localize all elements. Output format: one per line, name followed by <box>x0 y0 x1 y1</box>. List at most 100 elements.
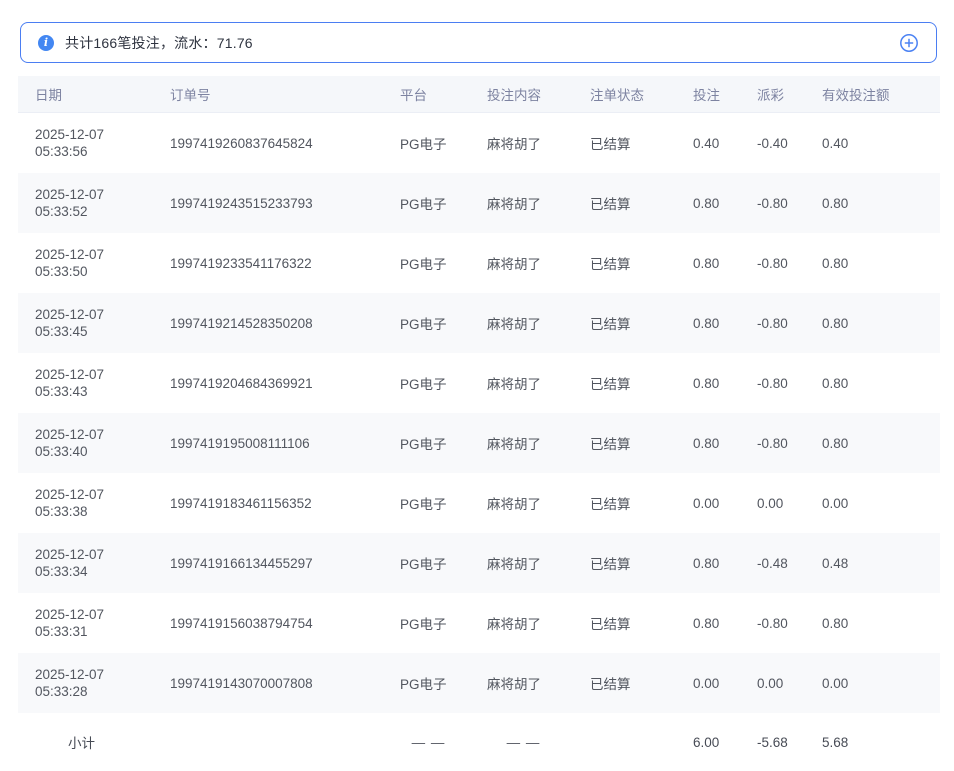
cell-content: 麻将胡了 <box>487 253 590 273</box>
table-row: 2025-12-07 05:33:52 1997419243515233793 … <box>18 173 940 233</box>
cell-date: 2025-12-07 05:33:50 <box>35 246 135 280</box>
table-row: 2025-12-07 05:33:40 1997419195008111106 … <box>18 413 940 473</box>
cell-order-no: 1997419260837645824 <box>170 136 400 151</box>
cell-order-no: 1997419183461156352 <box>170 496 400 511</box>
bets-table: 日期 订单号 平台 投注内容 注单状态 投注 派彩 有效投注额 2025-12-… <box>18 76 940 771</box>
cell-status: 已结算 <box>590 193 693 213</box>
subtotal-payout: -5.68 <box>757 735 822 750</box>
cell-bet: 0.00 <box>693 676 757 691</box>
cell-date: 2025-12-07 05:33:38 <box>35 486 135 520</box>
cell-valid: 0.80 <box>822 316 940 331</box>
col-header-payout: 派彩 <box>757 84 822 104</box>
cell-content: 麻将胡了 <box>487 313 590 333</box>
table-row: 2025-12-07 05:33:28 1997419143070007808 … <box>18 653 940 713</box>
circle-plus-glyph <box>899 33 919 53</box>
cell-date: 2025-12-07 05:33:45 <box>35 306 135 340</box>
cell-order-no: 1997419156038794754 <box>170 616 400 631</box>
cell-platform: PG电子 <box>400 253 487 273</box>
cell-payout: -0.80 <box>757 256 822 271</box>
cell-valid: 0.80 <box>822 256 940 271</box>
cell-valid: 0.80 <box>822 196 940 211</box>
cell-valid: 0.00 <box>822 496 940 511</box>
cell-valid: 0.40 <box>822 136 940 151</box>
col-header-bet: 投注 <box>693 84 757 104</box>
cell-platform: PG电子 <box>400 373 487 393</box>
subtotal-row: 小计 — — — — 6.00 -5.68 5.68 <box>18 713 940 771</box>
cell-platform: PG电子 <box>400 193 487 213</box>
cell-content: 麻将胡了 <box>487 193 590 213</box>
cell-status: 已结算 <box>590 673 693 693</box>
summary-banner: i 共计166笔投注，流水：71.76 <box>20 22 937 63</box>
cell-status: 已结算 <box>590 433 693 453</box>
cell-platform: PG电子 <box>400 133 487 153</box>
cell-payout: 0.00 <box>757 496 822 511</box>
cell-payout: -0.80 <box>757 196 822 211</box>
cell-date: 2025-12-07 05:33:40 <box>35 426 135 460</box>
cell-platform: PG电子 <box>400 493 487 513</box>
table-row: 2025-12-07 05:33:50 1997419233541176322 … <box>18 233 940 293</box>
cell-bet: 0.80 <box>693 556 757 571</box>
table-row: 2025-12-07 05:33:45 1997419214528350208 … <box>18 293 940 353</box>
cell-platform: PG电子 <box>400 553 487 573</box>
cell-platform: PG电子 <box>400 673 487 693</box>
table-header-row: 日期 订单号 平台 投注内容 注单状态 投注 派彩 有效投注额 <box>18 76 940 113</box>
cell-status: 已结算 <box>590 313 693 333</box>
cell-platform: PG电子 <box>400 613 487 633</box>
cell-status: 已结算 <box>590 553 693 573</box>
cell-order-no: 1997419243515233793 <box>170 196 400 211</box>
cell-valid: 0.48 <box>822 556 940 571</box>
cell-order-no: 1997419233541176322 <box>170 256 400 271</box>
cell-content: 麻将胡了 <box>487 613 590 633</box>
col-header-order: 订单号 <box>170 84 400 104</box>
cell-bet: 0.80 <box>693 196 757 211</box>
table-row: 2025-12-07 05:33:56 1997419260837645824 … <box>18 113 940 173</box>
cell-date: 2025-12-07 05:33:34 <box>35 546 135 580</box>
cell-bet: 0.00 <box>693 496 757 511</box>
cell-bet: 0.80 <box>693 256 757 271</box>
cell-bet: 0.80 <box>693 436 757 451</box>
cell-date: 2025-12-07 05:33:52 <box>35 186 135 220</box>
cell-payout: -0.80 <box>757 316 822 331</box>
cell-platform: PG电子 <box>400 313 487 333</box>
cell-bet: 0.80 <box>693 376 757 391</box>
col-header-platform: 平台 <box>400 84 487 104</box>
cell-order-no: 1997419204684369921 <box>170 376 400 391</box>
cell-order-no: 1997419195008111106 <box>170 436 400 451</box>
col-header-valid: 有效投注额 <box>822 84 940 104</box>
subtotal-content-dash: — — <box>487 735 590 750</box>
table-row: 2025-12-07 05:33:43 1997419204684369921 … <box>18 353 940 413</box>
cell-bet: 0.80 <box>693 316 757 331</box>
cell-content: 麻将胡了 <box>487 553 590 573</box>
table-row: 2025-12-07 05:33:38 1997419183461156352 … <box>18 473 940 533</box>
cell-status: 已结算 <box>590 373 693 393</box>
cell-order-no: 1997419214528350208 <box>170 316 400 331</box>
info-icon: i <box>38 35 54 51</box>
cell-content: 麻将胡了 <box>487 133 590 153</box>
cell-bet: 0.40 <box>693 136 757 151</box>
subtotal-valid: 5.68 <box>822 735 940 750</box>
circle-plus-icon[interactable] <box>899 33 919 53</box>
cell-payout: -0.80 <box>757 616 822 631</box>
cell-payout: -0.80 <box>757 376 822 391</box>
cell-payout: -0.48 <box>757 556 822 571</box>
cell-bet: 0.80 <box>693 616 757 631</box>
cell-status: 已结算 <box>590 613 693 633</box>
cell-platform: PG电子 <box>400 433 487 453</box>
subtotal-bet: 6.00 <box>693 735 757 750</box>
cell-date: 2025-12-07 05:33:43 <box>35 366 135 400</box>
cell-content: 麻将胡了 <box>487 673 590 693</box>
cell-status: 已结算 <box>590 133 693 153</box>
cell-date: 2025-12-07 05:33:56 <box>35 126 135 160</box>
col-header-date: 日期 <box>35 84 170 104</box>
cell-content: 麻将胡了 <box>487 433 590 453</box>
cell-status: 已结算 <box>590 493 693 513</box>
subtotal-label: 小计 <box>35 732 170 752</box>
cell-payout: -0.40 <box>757 136 822 151</box>
col-header-content: 投注内容 <box>487 84 590 104</box>
cell-valid: 0.80 <box>822 376 940 391</box>
cell-valid: 0.80 <box>822 616 940 631</box>
cell-content: 麻将胡了 <box>487 373 590 393</box>
col-header-status: 注单状态 <box>590 84 693 104</box>
table-row: 2025-12-07 05:33:31 1997419156038794754 … <box>18 593 940 653</box>
cell-order-no: 1997419166134455297 <box>170 556 400 571</box>
